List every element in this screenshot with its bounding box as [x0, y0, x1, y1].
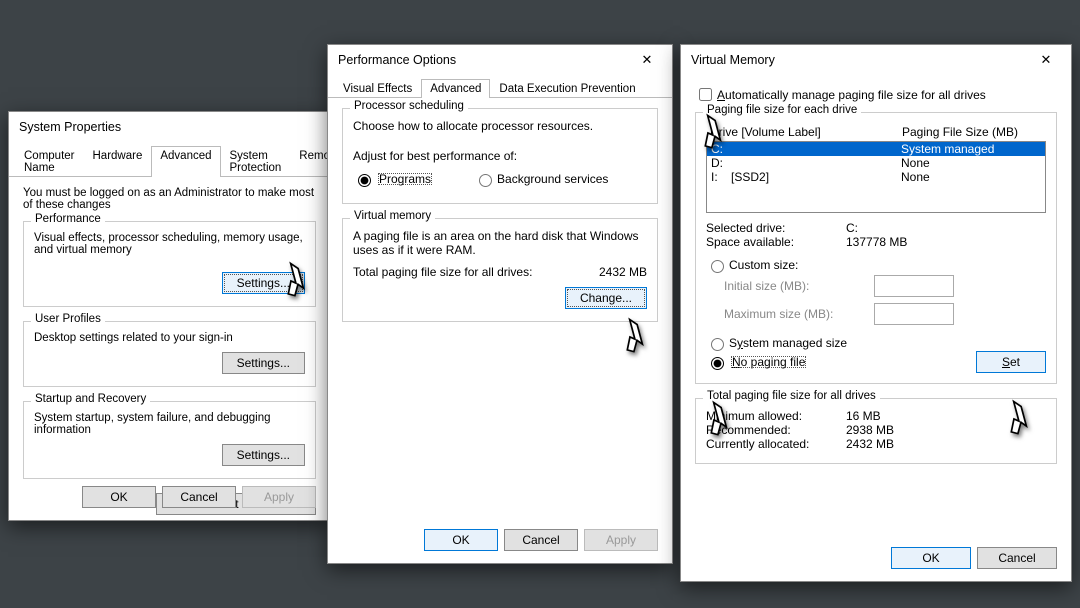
drive-vol: I: [711, 170, 718, 184]
drive-list[interactable]: C: System managed D: None I: [SSD2] None [706, 141, 1046, 213]
selected-drive-label: Selected drive: [706, 221, 846, 235]
close-button[interactable]: ✕ [626, 46, 668, 74]
space-available-value: 137778 MB [846, 235, 907, 249]
tabstrip: Visual Effects Advanced Data Execution P… [328, 75, 672, 98]
adjust-label: Adjust for best performance of: [353, 149, 647, 163]
each-drive-title: Paging file size for each drive [703, 104, 861, 116]
currently-allocated-label: Currently allocated: [706, 437, 846, 451]
virtual-memory-desc: A paging file is an area on the hard dis… [353, 229, 647, 257]
performance-group: Performance Visual effects, processor sc… [23, 221, 316, 307]
performance-options-window: Performance Options ✕ Visual Effects Adv… [327, 44, 673, 564]
drive-pf: None [901, 156, 1041, 170]
user-profiles-settings-button[interactable]: Settings... [222, 352, 305, 374]
tab-computer-name[interactable]: Computer Name [15, 146, 84, 177]
virtual-memory-title: Virtual memory [350, 210, 435, 222]
initial-size-input[interactable] [874, 275, 954, 297]
radio-system-managed-label: System managed size [729, 336, 847, 350]
titlebar: Virtual Memory ✕ [681, 45, 1071, 75]
cancel-button[interactable]: Cancel [504, 529, 578, 551]
system-properties-window: System Properties Computer Name Hardware… [8, 111, 331, 521]
tab-dep[interactable]: Data Execution Prevention [490, 79, 644, 98]
virtual-memory-window: Virtual Memory ✕ Automatically manage pa… [680, 44, 1072, 582]
selected-drive-value: C: [846, 221, 858, 235]
cancel-button[interactable]: Cancel [162, 486, 236, 508]
performance-desc: Visual effects, processor scheduling, me… [34, 232, 305, 256]
window-title: System Properties [19, 120, 121, 134]
window-title: Virtual Memory [691, 53, 775, 67]
performance-settings-button[interactable]: Settings... [222, 272, 305, 294]
cancel-button[interactable]: Cancel [977, 547, 1057, 569]
radio-background-services-label: Background services [497, 172, 608, 186]
processor-scheduling-desc: Choose how to allocate processor resourc… [353, 119, 647, 133]
auto-manage-checkbox[interactable]: Automatically manage paging file size fo… [695, 85, 1057, 104]
window-title: Performance Options [338, 53, 456, 67]
apply-button: Apply [242, 486, 316, 508]
tab-hardware[interactable]: Hardware [84, 146, 152, 177]
set-button[interactable]: Set [976, 351, 1046, 373]
processor-scheduling-group: Processor scheduling Choose how to alloc… [342, 108, 658, 204]
ok-button[interactable]: OK [82, 486, 156, 508]
currently-allocated-value: 2432 MB [846, 437, 894, 451]
drive-label: [SSD2] [731, 170, 769, 184]
totals-group: Total paging file size for all drives Mi… [695, 398, 1057, 464]
tab-system-protection[interactable]: System Protection [221, 146, 291, 177]
radio-programs-label: Programs [376, 171, 434, 187]
close-icon: ✕ [1041, 52, 1052, 68]
recommended-label: Recommended: [706, 423, 846, 437]
ok-button[interactable]: OK [424, 529, 498, 551]
drive-row-i[interactable]: I: [SSD2] None [707, 170, 1045, 184]
drive-vol: C: [711, 142, 723, 156]
radio-background-services[interactable]: Background services [474, 171, 608, 187]
minimum-allowed-label: Minimum allowed: [706, 409, 846, 423]
ok-button[interactable]: OK [891, 547, 971, 569]
processor-scheduling-title: Processor scheduling [350, 100, 468, 112]
space-available-label: Space available: [706, 235, 846, 249]
startup-recovery-group: Startup and Recovery System startup, sys… [23, 401, 316, 479]
max-size-label: Maximum size (MB): [724, 307, 874, 321]
radio-no-paging-file-label: No paging file [729, 354, 808, 370]
tab-visual-effects[interactable]: Visual Effects [334, 79, 421, 98]
performance-title: Performance [31, 213, 105, 225]
startup-recovery-title: Startup and Recovery [31, 393, 150, 405]
max-size-input[interactable] [874, 303, 954, 325]
startup-recovery-desc: System startup, system failure, and debu… [34, 412, 305, 436]
close-icon: ✕ [642, 52, 653, 68]
totals-title: Total paging file size for all drives [703, 390, 880, 402]
recommended-value: 2938 MB [846, 423, 894, 437]
auto-manage-label: utomatically manage paging file size for… [725, 88, 986, 102]
titlebar: System Properties [9, 112, 330, 142]
drive-list-header: Drive [Volume Label] Paging File Size (M… [706, 123, 1046, 141]
drive-pf: System managed [901, 142, 1041, 156]
minimum-allowed-value: 16 MB [846, 409, 881, 423]
user-profiles-title: User Profiles [31, 313, 105, 325]
each-drive-group: Paging file size for each drive Drive [V… [695, 112, 1057, 384]
total-paging-value: 2432 MB [599, 265, 647, 279]
tab-advanced[interactable]: Advanced [421, 79, 490, 98]
drive-row-c[interactable]: C: System managed [707, 142, 1045, 156]
drive-pf: None [901, 170, 1041, 184]
drive-row-d[interactable]: D: None [707, 156, 1045, 170]
startup-recovery-settings-button[interactable]: Settings... [222, 444, 305, 466]
virtual-memory-group: Virtual memory A paging file is an area … [342, 218, 658, 322]
admin-note: You must be logged on as an Administrato… [23, 187, 316, 211]
user-profiles-desc: Desktop settings related to your sign-in [34, 332, 305, 344]
radio-system-managed[interactable]: System managed size [706, 335, 1046, 351]
change-button[interactable]: Change... [565, 287, 647, 309]
apply-button: Apply [584, 529, 658, 551]
col-drive: Drive [Volume Label] [710, 125, 902, 139]
tabstrip: Computer Name Hardware Advanced System P… [9, 142, 330, 177]
initial-size-label: Initial size (MB): [724, 279, 874, 293]
titlebar: Performance Options ✕ [328, 45, 672, 75]
total-paging-label: Total paging file size for all drives: [353, 265, 599, 279]
col-paging: Paging File Size (MB) [902, 125, 1042, 139]
close-button[interactable]: ✕ [1025, 46, 1067, 74]
drive-vol: D: [711, 156, 723, 170]
radio-custom-size-label: Custom size: [729, 258, 798, 272]
radio-custom-size[interactable]: Custom size: [706, 257, 1046, 273]
radio-programs[interactable]: Programs [353, 171, 434, 187]
tab-advanced[interactable]: Advanced [151, 146, 220, 177]
user-profiles-group: User Profiles Desktop settings related t… [23, 321, 316, 387]
radio-no-paging-file[interactable]: No paging file [706, 354, 808, 370]
